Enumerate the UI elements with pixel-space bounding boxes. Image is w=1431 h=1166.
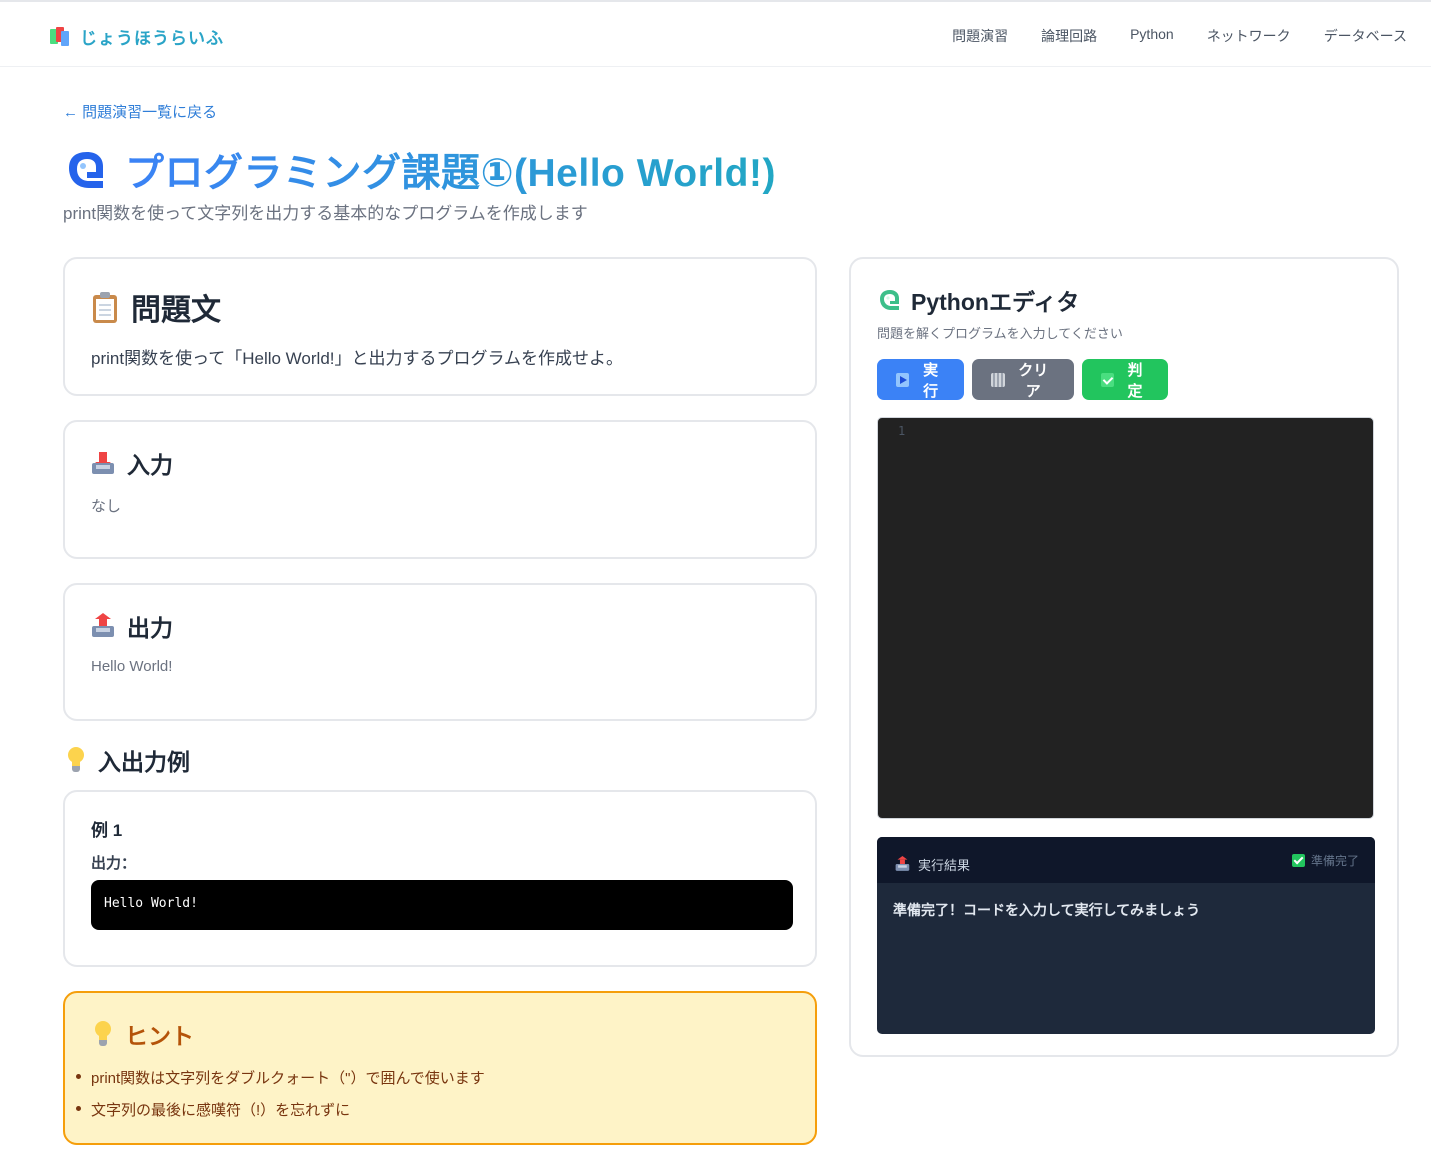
run-button[interactable]: 実行: [877, 359, 964, 400]
examples-heading: 入出力例: [66, 743, 190, 777]
top-navbar: じょうほうらいふ 問題演習 論理回路 Python ネットワーク データベース: [0, 0, 1431, 67]
light-bulb-icon: [93, 1021, 113, 1047]
judge-button[interactable]: 判定: [1082, 359, 1168, 400]
main-nav: 問題演習 論理回路 Python ネットワーク データベース: [952, 26, 1407, 46]
result-title-text: 実行結果: [918, 857, 971, 873]
editor-toolbar: 実行 クリア 判定: [877, 359, 1168, 400]
line-number: 1: [898, 424, 906, 438]
hint-heading-text: ヒント: [125, 1023, 194, 1049]
nav-item-network[interactable]: ネットワーク: [1207, 26, 1291, 46]
books-icon: [50, 26, 72, 47]
hint-card: ヒント print関数は文字列をダブルクォート（"）で囲んで使います 文字列の最…: [63, 991, 817, 1145]
editor-heading-text: Pythonエディタ: [911, 289, 1080, 315]
problem-heading: 問題文: [91, 285, 221, 329]
examples-heading-text: 入出力例: [98, 749, 190, 775]
run-button-label: 実行: [923, 361, 939, 400]
hint-item: 文字列の最後に感嘆符（!）を忘れずに: [76, 1099, 485, 1120]
page-subtitle: print関数を使って文字列を出力する基本的なプログラムを作成します: [63, 204, 588, 223]
nav-item-python[interactable]: Python: [1130, 26, 1174, 46]
output-text: Hello World!: [91, 658, 173, 675]
execution-result-panel: 実行結果 準備完了 準備完了！コードを入力して実行してみましょう: [877, 837, 1375, 1034]
clear-button[interactable]: クリア: [972, 359, 1074, 400]
outbox-tray-icon: [895, 855, 910, 872]
problem-heading-text: 問題文: [131, 294, 221, 327]
back-to-list-link[interactable]: ← 問題演習一覧に戻る: [63, 101, 217, 122]
clipboard-icon: [91, 291, 119, 323]
page-title-text: プログラミング課題①(Hello World!): [125, 142, 776, 198]
clear-button-label: クリア: [1018, 361, 1049, 400]
problem-card: 問題文 print関数を使って「Hello World!」と出力するプログラムを…: [63, 257, 817, 396]
example-title: 例 1: [91, 821, 123, 840]
hint-heading: ヒント: [93, 1017, 194, 1051]
example-card: 例 1 出力： Hello World!: [63, 790, 817, 967]
hint-list: print関数は文字列をダブルクォート（"）で囲んで使います 文字列の最後に感嘆…: [76, 1067, 485, 1131]
editor-heading: Pythonエディタ: [877, 283, 1079, 317]
input-card: 入力 なし: [63, 420, 817, 559]
input-heading: 入力: [91, 446, 173, 480]
check-mark-icon: [1101, 372, 1115, 387]
code-editor[interactable]: 1: [877, 417, 1374, 819]
input-text: なし: [91, 498, 122, 515]
python-logo-icon: [880, 290, 899, 310]
output-heading: 出力: [91, 609, 173, 643]
check-mark-icon: [1291, 854, 1305, 867]
nav-item-logic-circuits[interactable]: 論理回路: [1041, 26, 1097, 46]
example-output-label: 出力：: [91, 855, 137, 872]
result-title: 実行結果: [895, 852, 970, 876]
outbox-tray-icon: [91, 613, 115, 638]
nav-item-practice[interactable]: 問題演習: [952, 26, 1008, 46]
editor-subtitle: 問題を解くプログラムを入力してください: [877, 326, 1123, 341]
example-output-code: Hello World!: [91, 880, 793, 930]
python-editor-panel: Pythonエディタ 問題を解くプログラムを入力してください 実行 クリア 判定…: [849, 257, 1399, 1057]
page-title: プログラミング課題①(Hello World!): [63, 142, 776, 198]
result-header: 実行結果 準備完了: [877, 837, 1375, 883]
play-icon: [896, 372, 910, 387]
problem-text: print関数を使って「Hello World!」と出力するプログラムを作成せよ…: [91, 349, 623, 368]
output-card: 出力 Hello World!: [63, 583, 817, 721]
input-heading-text: 入力: [127, 452, 173, 478]
judge-button-label: 判定: [1127, 361, 1143, 400]
inbox-tray-icon: [91, 451, 115, 475]
brand-logo-link[interactable]: じょうほうらいふ: [50, 24, 224, 49]
wastebasket-icon: [991, 372, 1005, 387]
result-message: 準備完了！コードを入力して実行してみましょう: [893, 902, 1201, 918]
nav-item-database[interactable]: データベース: [1324, 26, 1407, 46]
brand-name: じょうほうらいふ: [80, 29, 224, 48]
status-text: 準備完了: [1310, 854, 1359, 868]
status-badge: 準備完了: [1291, 852, 1359, 869]
python-logo-icon: [69, 152, 103, 188]
hint-item: print関数は文字列をダブルクォート（"）で囲んで使います: [76, 1067, 485, 1088]
light-bulb-icon: [66, 747, 86, 773]
output-heading-text: 出力: [127, 615, 173, 641]
